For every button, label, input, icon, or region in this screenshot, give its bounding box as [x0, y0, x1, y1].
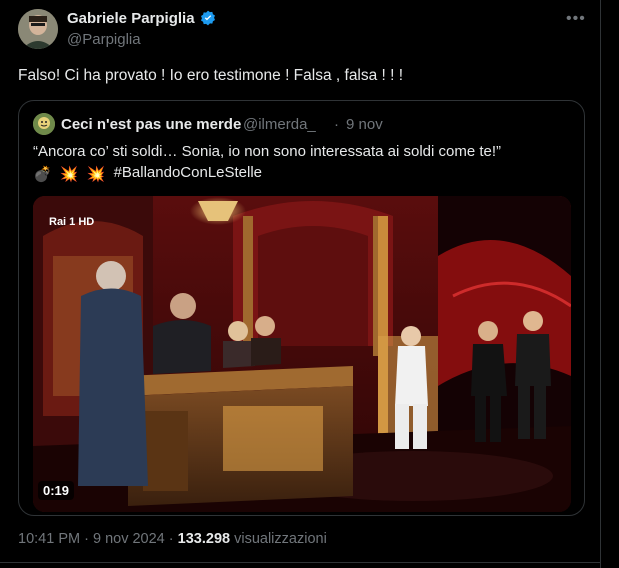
quote-text: “Ancora co’ sti soldi… Sonia, io non son…	[33, 141, 573, 185]
view-count-label: visualizzazioni	[234, 531, 327, 547]
tweet-container: Gabriele Parpiglia @Parpiglia ••• Falso!…	[0, 0, 601, 568]
explosion-icon: 💥	[59, 166, 79, 183]
bomb-icon: 💣	[33, 166, 52, 183]
meta-separator: ·	[84, 531, 89, 547]
quote-line-2: 💣 💥 💥 #BallandoConLeStelle	[33, 162, 573, 185]
view-count: 133.298	[177, 531, 231, 547]
quote-line-1: “Ancora co’ sti soldi… Sonia, io non son…	[33, 143, 502, 160]
hashtag-link[interactable]: #BallandoConLeStelle	[114, 164, 262, 181]
video-duration: 0:19	[38, 481, 75, 500]
quote-author-handle[interactable]: @ilmerda_	[243, 116, 316, 133]
quote-date[interactable]: 9 nov	[346, 116, 383, 133]
author-handle[interactable]: @Parpiglia	[67, 31, 141, 48]
quote-separator: ·	[334, 116, 339, 133]
tweet-text: Falso! Ci ha provato ! Io ero testimone …	[18, 67, 404, 84]
right-edge	[601, 0, 619, 568]
author-name[interactable]: Gabriele Parpiglia	[67, 10, 195, 27]
author-avatar[interactable]	[18, 9, 58, 49]
meta-separator: ·	[168, 531, 174, 547]
channel-logo-text: Rai 1 HD	[49, 216, 95, 228]
more-options-icon[interactable]: •••	[566, 10, 585, 28]
quote-author-avatar[interactable]	[33, 113, 55, 135]
quote-author-name[interactable]: Ceci n'est pas une merde	[61, 116, 241, 133]
tweet-metadata: 10:41 PM · 9 nov 2024 · 133.298 visualiz…	[18, 531, 327, 547]
tweet-time[interactable]: 10:41 PM	[18, 531, 80, 547]
divider	[0, 562, 600, 563]
verified-badge-icon	[201, 10, 215, 26]
video-player[interactable]: Rai 1 HD 0:19	[33, 196, 571, 512]
explosion-icon: 💥	[86, 166, 106, 183]
quoted-tweet-card[interactable]: Ceci n'est pas une merde @ilmerda_ · 9 n…	[18, 100, 585, 516]
channel-logo: Rai 1 HD	[49, 216, 94, 228]
video-frame	[33, 196, 571, 512]
tweet-date[interactable]: 9 nov 2024	[93, 531, 165, 547]
